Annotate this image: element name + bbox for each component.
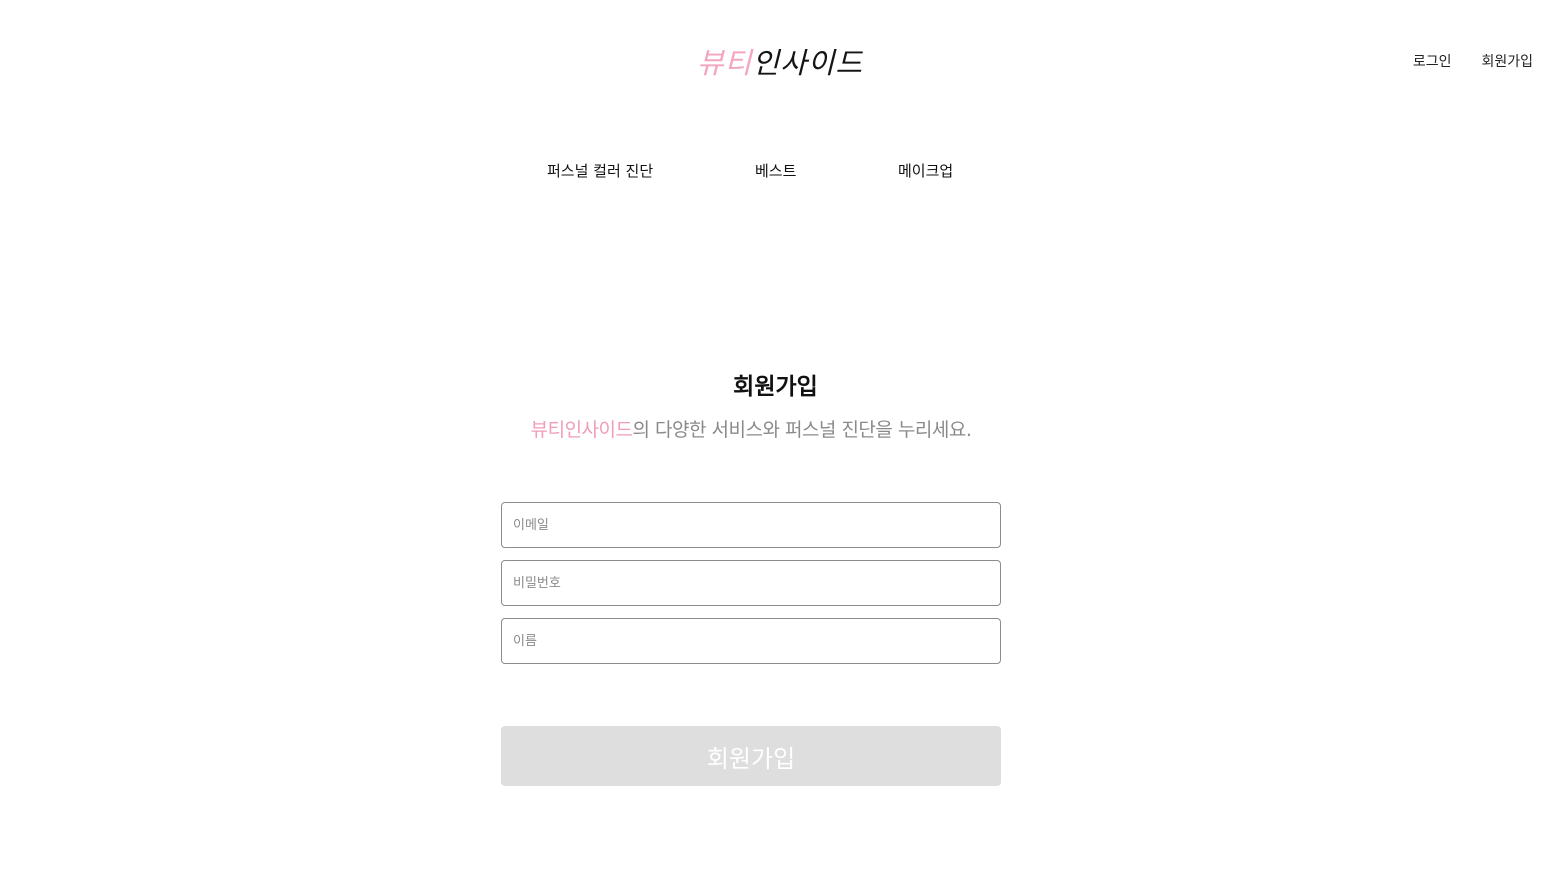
subtitle-brand-text: 뷰티인사이드 [530, 419, 633, 441]
signup-page: 뷰티 인사이드 로그인 회원가입 퍼스널 컬러 진단 베스트 메이크업 회원가입 … [0, 0, 1551, 879]
site-logo[interactable]: 뷰티 인사이드 [697, 36, 863, 86]
logo-main-text: 인사이드 [752, 46, 864, 80]
subtitle-text: 의 다양한 서비스와 퍼스널 진단을 누리세요. [632, 419, 972, 441]
logo-accent-text: 뷰티 [697, 46, 753, 80]
nav-item-personal-color[interactable]: 퍼스널 컬러 진단 [547, 160, 653, 181]
email-field[interactable] [501, 502, 1001, 548]
main-nav: 퍼스널 컬러 진단 베스트 메이크업 [0, 160, 1551, 184]
signup-link[interactable]: 회원가입 [1481, 51, 1533, 71]
page-subtitle: 뷰티인사이드의 다양한 서비스와 퍼스널 진단을 누리세요. [0, 415, 1502, 442]
password-field[interactable] [501, 560, 1001, 606]
auth-links: 로그인 회원가입 [1413, 51, 1533, 71]
name-field[interactable] [501, 618, 1001, 664]
signup-submit-button[interactable]: 회원가입 [501, 726, 1001, 786]
nav-item-makeup[interactable]: 메이크업 [898, 160, 953, 181]
page-title: 회원가입 [733, 374, 818, 400]
nav-item-best[interactable]: 베스트 [755, 160, 796, 181]
login-link[interactable]: 로그인 [1413, 51, 1452, 71]
